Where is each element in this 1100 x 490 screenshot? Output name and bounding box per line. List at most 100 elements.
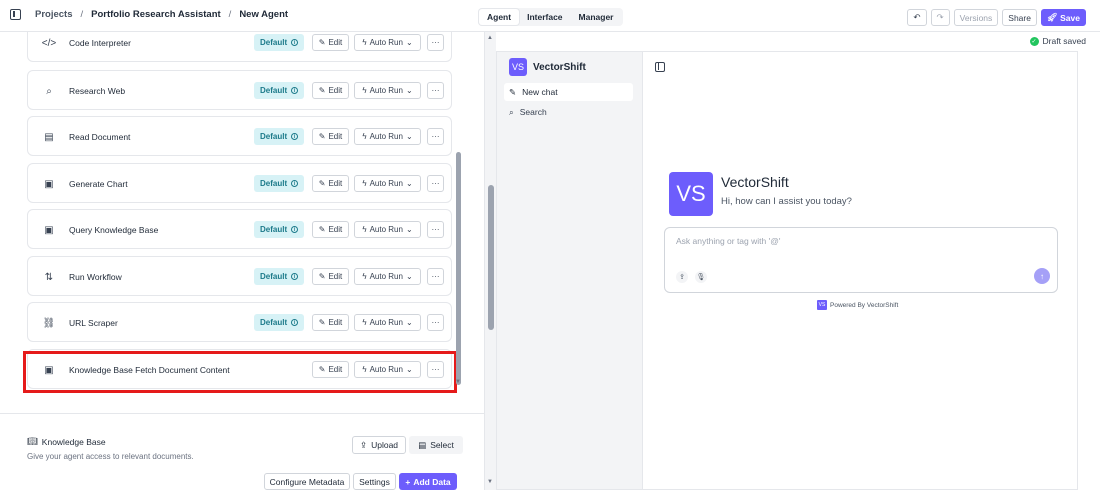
edit-button[interactable]: ✎ Edit bbox=[312, 82, 349, 99]
tool-card[interactable]: ⇅ Run Workflow Default i ✎ Edit ϟ Auto Run ⌄ ··· bbox=[27, 256, 452, 296]
tool-list-scroll-down-icon[interactable]: ▼ bbox=[455, 379, 461, 385]
scrollbar-thumb[interactable] bbox=[488, 185, 494, 330]
link-icon: ⛓ bbox=[42, 317, 56, 329]
more-options-button[interactable]: ··· bbox=[427, 82, 444, 99]
edit-button[interactable]: ✎ Edit bbox=[312, 128, 349, 145]
tool-list-scrollbar-thumb[interactable] bbox=[456, 152, 461, 385]
default-badge[interactable]: Default i bbox=[254, 128, 305, 145]
more-options-button[interactable]: ··· bbox=[427, 314, 444, 331]
chevron-down-icon: ⌄ bbox=[405, 272, 413, 281]
tool-card[interactable]: </> Code Interpreter Default i ✎ Edit ϟ Auto Ru… bbox=[27, 32, 452, 62]
powered-by: VS Powered By VectorShift bbox=[817, 300, 898, 310]
info-icon: i bbox=[291, 133, 299, 140]
info-icon: i bbox=[291, 87, 299, 94]
edit-button[interactable]: ✎ Edit bbox=[312, 361, 349, 378]
more-options-button[interactable]: ··· bbox=[427, 34, 444, 51]
default-badge[interactable]: Default i bbox=[254, 34, 305, 51]
pencil-icon: ✎ bbox=[318, 179, 326, 188]
upload-icon[interactable]: ⇪ bbox=[676, 271, 688, 283]
tool-card[interactable]: ⛓ URL Scraper Default i ✎ Edit ϟ Auto Run ⌄ ··· bbox=[27, 302, 452, 342]
undo-button[interactable]: ↶ bbox=[907, 9, 927, 26]
edit-label: Edit bbox=[328, 86, 343, 95]
breadcrumb-assistant[interactable]: Portfolio Research Assistant bbox=[91, 9, 221, 20]
edit-button[interactable]: ✎ Edit bbox=[312, 268, 349, 285]
chat-input-placeholder[interactable]: Ask anything or tag with '@' bbox=[676, 236, 780, 246]
auto-run-dropdown[interactable]: ϟ Auto Run ⌄ bbox=[354, 128, 421, 145]
info-icon: i bbox=[291, 273, 299, 280]
default-badge[interactable]: Default i bbox=[254, 82, 305, 99]
vectorshift-mini-logo: VS bbox=[817, 300, 827, 310]
tool-card[interactable]: ▤ Read Document Default i ✎ Edit ϟ Auto Run ⌄ ··· bbox=[27, 116, 452, 156]
auto-run-dropdown[interactable]: ϟ Auto Run ⌄ bbox=[354, 221, 421, 238]
database-icon: ▣ bbox=[44, 224, 54, 236]
more-options-button[interactable]: ··· bbox=[427, 175, 444, 192]
tab-agent[interactable]: Agent bbox=[479, 9, 520, 25]
tool-card[interactable]: ▣ Knowledge Base Fetch Document Content ✎ E… bbox=[27, 349, 452, 389]
select-button[interactable]: ▤ Select bbox=[409, 436, 463, 454]
sidebar-toggle-icon[interactable] bbox=[10, 9, 21, 20]
auto-run-dropdown[interactable]: ϟ Auto Run ⌄ bbox=[354, 34, 421, 51]
panel-toggle-icon[interactable] bbox=[655, 62, 665, 72]
breadcrumb-current: New Agent bbox=[239, 9, 289, 20]
microphone-icon[interactable]: 🎙︎ bbox=[695, 271, 707, 283]
auto-run-dropdown[interactable]: ϟ Auto Run ⌄ bbox=[354, 361, 421, 378]
edit-button[interactable]: ✎ Edit bbox=[312, 314, 349, 331]
breadcrumb-separator: / bbox=[80, 9, 84, 20]
default-badge[interactable]: Default i bbox=[254, 314, 305, 331]
tool-card[interactable]: ▣ Generate Chart Default i ✎ Edit ϟ Auto Run ⌄ ··… bbox=[27, 163, 452, 203]
default-badge[interactable]: Default i bbox=[254, 221, 305, 238]
brand: VS VectorShift bbox=[509, 58, 586, 76]
edit-label: Edit bbox=[328, 318, 343, 327]
tool-name: Research Web bbox=[69, 86, 126, 96]
share-button[interactable]: Share bbox=[1002, 9, 1037, 26]
lightning-icon: ϟ bbox=[362, 272, 367, 281]
upload-button[interactable]: ⇪ Upload bbox=[352, 436, 406, 454]
tool-card[interactable]: ⌕ Research Web Default i ✎ Edit ϟ Auto Run ⌄ ··· bbox=[27, 70, 452, 110]
tool-card[interactable]: ▣ Query Knowledge Base Default i ✎ Edit ϟ Auto … bbox=[27, 209, 452, 249]
default-badge-label: Default bbox=[260, 179, 288, 188]
pencil-icon: ✎ bbox=[318, 38, 326, 47]
scroll-down-icon[interactable]: ▼ bbox=[487, 479, 493, 485]
default-badge[interactable]: Default i bbox=[254, 268, 305, 285]
configure-metadata-button[interactable]: Configure Metadata bbox=[264, 473, 350, 490]
edit-label: Edit bbox=[328, 38, 343, 47]
default-badge-label: Default bbox=[260, 132, 288, 141]
save-button[interactable]: 🚀︎ Save bbox=[1040, 9, 1086, 26]
breadcrumb: Projects / Portfolio Research Assistant … bbox=[10, 9, 288, 20]
more-options-button[interactable]: ··· bbox=[427, 128, 444, 145]
edit-icon: ✎ bbox=[509, 86, 517, 97]
top-bar: Projects / Portfolio Research Assistant … bbox=[0, 0, 1100, 32]
auto-run-dropdown[interactable]: ϟ Auto Run ⌄ bbox=[354, 82, 421, 99]
auto-run-dropdown[interactable]: ϟ Auto Run ⌄ bbox=[354, 268, 421, 285]
edit-button[interactable]: ✎ Edit bbox=[312, 175, 349, 192]
more-options-button[interactable]: ··· bbox=[427, 361, 444, 378]
add-data-button[interactable]: + Add Data bbox=[399, 473, 457, 490]
tab-manager[interactable]: Manager bbox=[571, 9, 622, 25]
tab-interface[interactable]: Interface bbox=[519, 9, 570, 25]
new-chat-button[interactable]: ✎ New chat bbox=[504, 83, 633, 101]
edit-button[interactable]: ✎ Edit bbox=[312, 221, 349, 238]
breadcrumb-projects[interactable]: Projects bbox=[35, 9, 73, 20]
default-badge[interactable]: Default i bbox=[254, 175, 305, 192]
more-options-button[interactable]: ··· bbox=[427, 221, 444, 238]
auto-run-dropdown[interactable]: ϟ Auto Run ⌄ bbox=[354, 175, 421, 192]
chat-input-box[interactable]: Ask anything or tag with '@' ⇪ 🎙︎ ↑ bbox=[664, 227, 1058, 293]
powered-by-label: Powered By VectorShift bbox=[830, 301, 899, 309]
document-icon: ▤ bbox=[44, 131, 54, 143]
versions-button[interactable]: Versions bbox=[953, 9, 999, 26]
settings-button[interactable]: Settings bbox=[353, 473, 396, 490]
new-chat-label: New chat bbox=[522, 87, 558, 97]
scroll-up-icon[interactable]: ▲ bbox=[487, 35, 493, 41]
search-button[interactable]: ⌕ Search bbox=[504, 104, 547, 120]
edit-label: Edit bbox=[328, 179, 343, 188]
auto-run-dropdown[interactable]: ϟ Auto Run ⌄ bbox=[354, 314, 421, 331]
more-options-button[interactable]: ··· bbox=[427, 268, 444, 285]
edit-button[interactable]: ✎ Edit bbox=[312, 34, 349, 51]
code-icon: </> bbox=[41, 37, 57, 49]
knowledge-base-description: Give your agent access to relevant docum… bbox=[27, 452, 194, 461]
scrollbar[interactable]: ▲ ▼ bbox=[484, 32, 496, 490]
send-button[interactable]: ↑ bbox=[1034, 268, 1050, 284]
tool-name: Run Workflow bbox=[69, 272, 122, 282]
redo-button[interactable]: ↷ bbox=[930, 9, 950, 26]
chevron-down-icon: ⌄ bbox=[405, 132, 413, 141]
